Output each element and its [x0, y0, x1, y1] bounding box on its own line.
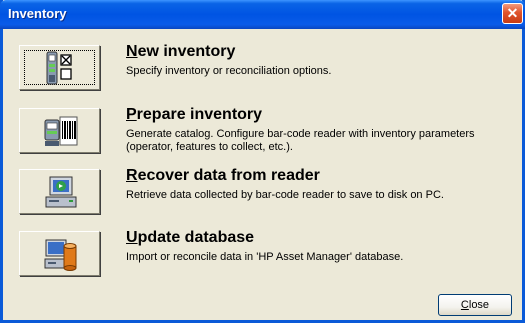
title-bar[interactable]: Inventory ✕ — [0, 0, 525, 29]
new-inventory-title[interactable]: New inventory — [126, 43, 235, 61]
action-new-inventory: New inventory Specify inventory or recon… — [16, 42, 506, 96]
barcode-scan-icon — [44, 116, 78, 146]
new-inventory-button[interactable] — [19, 45, 100, 90]
new-inventory-description: Specify inventory or reconciliation opti… — [126, 65, 332, 77]
window-title: Inventory — [8, 6, 67, 21]
inventory-dialog: Inventory ✕ New inventory Specify invent… — [0, 0, 525, 323]
prepare-inventory-description: Generate catalog. Configure bar-code rea… — [126, 128, 475, 153]
action-update-database: Update database Import or reconcile data… — [16, 228, 506, 282]
window-close-icon[interactable]: ✕ — [502, 3, 523, 24]
update-database-description: Import or reconcile data in 'HP Asset Ma… — [126, 251, 404, 263]
update-database-title[interactable]: Update database — [126, 229, 254, 247]
recover-data-description: Retrieve data collected by bar-code read… — [126, 189, 444, 201]
action-recover-data: Recover data from reader Retrieve data c… — [16, 166, 506, 220]
database-update-icon — [44, 239, 77, 271]
prepare-inventory-button[interactable] — [19, 108, 100, 153]
update-database-button[interactable] — [19, 231, 100, 276]
recover-data-title[interactable]: Recover data from reader — [126, 167, 320, 185]
prepare-inventory-title[interactable]: Prepare inventory — [126, 106, 262, 124]
barcode-reader-icon — [46, 51, 72, 85]
recover-data-button[interactable] — [19, 169, 100, 214]
recover-to-pc-icon — [45, 176, 77, 208]
action-prepare-inventory: Prepare inventory Generate catalog. Conf… — [16, 105, 506, 159]
close-button[interactable]: Close — [438, 294, 512, 316]
